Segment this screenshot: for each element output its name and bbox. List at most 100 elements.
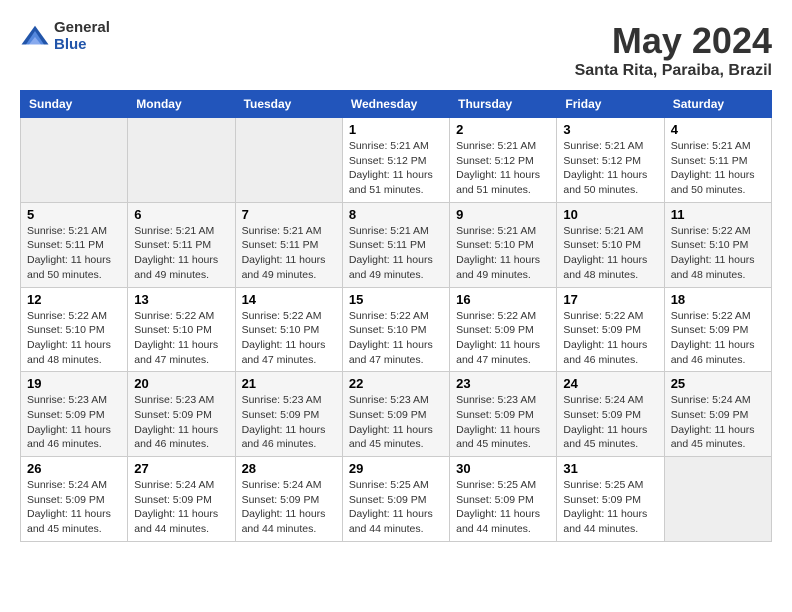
day-number: 7 — [242, 207, 336, 222]
calendar-cell: 17Sunrise: 5:22 AM Sunset: 5:09 PM Dayli… — [557, 287, 664, 372]
page-header: General Blue May 2024 Santa Rita, Paraib… — [20, 20, 772, 80]
calendar-cell: 12Sunrise: 5:22 AM Sunset: 5:10 PM Dayli… — [21, 287, 128, 372]
calendar-cell: 30 Sunrise: 5:25 AM Sunset: 5:09 PM Dayli… — [450, 457, 557, 542]
day-number: 19 — [27, 376, 121, 391]
calendar-cell: 8Sunrise: 5:21 AM Sunset: 5:11 PM Daylig… — [342, 202, 449, 287]
day-info: Sunrise: 5:21 AM Sunset: 5:11 PM Dayligh… — [671, 139, 765, 198]
day-number: 28 — [242, 461, 336, 476]
day-number: 30 — [456, 461, 550, 476]
day-info: Sunrise: 5:21 AM Sunset: 5:10 PM Dayligh… — [456, 224, 550, 283]
calendar-week-row: 19 Sunrise: 5:23 AM Sunset: 5:09 PM Dayli… — [21, 372, 772, 457]
day-info: Sunrise: 5:21 AM Sunset: 5:12 PM Dayligh… — [456, 139, 550, 198]
calendar-cell: 3 Sunrise: 5:21 AM Sunset: 5:12 PM Daylig… — [557, 118, 664, 203]
day-header-monday: Monday — [128, 91, 235, 118]
day-number: 27 — [134, 461, 228, 476]
day-number: 16 — [456, 292, 550, 307]
calendar-cell: 1Sunrise: 5:21 AM Sunset: 5:12 PM Daylig… — [342, 118, 449, 203]
day-header-wednesday: Wednesday — [342, 91, 449, 118]
location-title: Santa Rita, Paraiba, Brazil — [575, 62, 772, 80]
calendar-cell: 28 Sunrise: 5:24 AM Sunset: 5:09 PM Dayli… — [235, 457, 342, 542]
day-info: Sunrise: 5:21 AM Sunset: 5:12 PM Dayligh… — [349, 139, 443, 198]
day-info: Sunrise: 5:25 AM Sunset: 5:09 PM Dayligh… — [456, 478, 550, 537]
calendar-week-row: 12Sunrise: 5:22 AM Sunset: 5:10 PM Dayli… — [21, 287, 772, 372]
calendar-week-row: 26 Sunrise: 5:24 AM Sunset: 5:09 PM Dayli… — [21, 457, 772, 542]
calendar-cell: 13 Sunrise: 5:22 AM Sunset: 5:10 PM Dayli… — [128, 287, 235, 372]
month-title: May 2024 — [575, 20, 772, 62]
day-number: 22 — [349, 376, 443, 391]
calendar-cell: 6 Sunrise: 5:21 AM Sunset: 5:11 PM Daylig… — [128, 202, 235, 287]
day-info: Sunrise: 5:24 AM Sunset: 5:09 PM Dayligh… — [242, 478, 336, 537]
day-info: Sunrise: 5:22 AM Sunset: 5:10 PM Dayligh… — [242, 309, 336, 368]
calendar-cell: 24 Sunrise: 5:24 AM Sunset: 5:09 PM Dayli… — [557, 372, 664, 457]
day-info: Sunrise: 5:21 AM Sunset: 5:11 PM Dayligh… — [27, 224, 121, 283]
calendar-cell: 20 Sunrise: 5:23 AM Sunset: 5:09 PM Dayli… — [128, 372, 235, 457]
day-header-saturday: Saturday — [664, 91, 771, 118]
day-number: 18 — [671, 292, 765, 307]
day-header-thursday: Thursday — [450, 91, 557, 118]
day-number: 23 — [456, 376, 550, 391]
day-info: Sunrise: 5:22 AM Sunset: 5:10 PM Dayligh… — [134, 309, 228, 368]
calendar-cell: 23 Sunrise: 5:23 AM Sunset: 5:09 PM Dayli… — [450, 372, 557, 457]
day-info: Sunrise: 5:24 AM Sunset: 5:09 PM Dayligh… — [563, 393, 657, 452]
day-number: 13 — [134, 292, 228, 307]
title-area: May 2024 Santa Rita, Paraiba, Brazil — [575, 20, 772, 80]
logo-icon — [20, 22, 50, 52]
calendar-cell: 22Sunrise: 5:23 AM Sunset: 5:09 PM Dayli… — [342, 372, 449, 457]
day-info: Sunrise: 5:22 AM Sunset: 5:10 PM Dayligh… — [671, 224, 765, 283]
day-info: Sunrise: 5:22 AM Sunset: 5:10 PM Dayligh… — [349, 309, 443, 368]
calendar-week-row: 5 Sunrise: 5:21 AM Sunset: 5:11 PM Daylig… — [21, 202, 772, 287]
day-number: 31 — [563, 461, 657, 476]
day-number: 6 — [134, 207, 228, 222]
calendar-cell: 18 Sunrise: 5:22 AM Sunset: 5:09 PM Dayli… — [664, 287, 771, 372]
logo-general: General — [54, 20, 110, 37]
calendar-cell: 31 Sunrise: 5:25 AM Sunset: 5:09 PM Dayli… — [557, 457, 664, 542]
day-number: 11 — [671, 207, 765, 222]
calendar-cell: 2Sunrise: 5:21 AM Sunset: 5:12 PM Daylig… — [450, 118, 557, 203]
day-info: Sunrise: 5:23 AM Sunset: 5:09 PM Dayligh… — [134, 393, 228, 452]
calendar-header-row: SundayMondayTuesdayWednesdayThursdayFrid… — [21, 91, 772, 118]
day-info: Sunrise: 5:23 AM Sunset: 5:09 PM Dayligh… — [456, 393, 550, 452]
day-header-sunday: Sunday — [21, 91, 128, 118]
day-info: Sunrise: 5:22 AM Sunset: 5:09 PM Dayligh… — [671, 309, 765, 368]
day-info: Sunrise: 5:21 AM Sunset: 5:11 PM Dayligh… — [242, 224, 336, 283]
day-info: Sunrise: 5:24 AM Sunset: 5:09 PM Dayligh… — [671, 393, 765, 452]
day-number: 21 — [242, 376, 336, 391]
logo: General Blue — [20, 20, 110, 53]
calendar-cell: 26 Sunrise: 5:24 AM Sunset: 5:09 PM Dayli… — [21, 457, 128, 542]
day-info: Sunrise: 5:21 AM Sunset: 5:11 PM Dayligh… — [134, 224, 228, 283]
day-number: 20 — [134, 376, 228, 391]
day-number: 3 — [563, 122, 657, 137]
day-header-friday: Friday — [557, 91, 664, 118]
calendar-cell: 4Sunrise: 5:21 AM Sunset: 5:11 PM Daylig… — [664, 118, 771, 203]
day-number: 29 — [349, 461, 443, 476]
day-number: 24 — [563, 376, 657, 391]
calendar-cell: 5 Sunrise: 5:21 AM Sunset: 5:11 PM Daylig… — [21, 202, 128, 287]
day-info: Sunrise: 5:21 AM Sunset: 5:10 PM Dayligh… — [563, 224, 657, 283]
calendar-cell: 16 Sunrise: 5:22 AM Sunset: 5:09 PM Dayli… — [450, 287, 557, 372]
calendar-week-row: 1Sunrise: 5:21 AM Sunset: 5:12 PM Daylig… — [21, 118, 772, 203]
day-info: Sunrise: 5:24 AM Sunset: 5:09 PM Dayligh… — [134, 478, 228, 537]
day-info: Sunrise: 5:21 AM Sunset: 5:12 PM Dayligh… — [563, 139, 657, 198]
logo-text: General Blue — [54, 20, 110, 53]
day-number: 14 — [242, 292, 336, 307]
calendar-cell: 27 Sunrise: 5:24 AM Sunset: 5:09 PM Dayli… — [128, 457, 235, 542]
calendar-cell — [128, 118, 235, 203]
day-info: Sunrise: 5:22 AM Sunset: 5:09 PM Dayligh… — [456, 309, 550, 368]
calendar-table: SundayMondayTuesdayWednesdayThursdayFrid… — [20, 90, 772, 542]
day-number: 25 — [671, 376, 765, 391]
day-number: 17 — [563, 292, 657, 307]
day-number: 9 — [456, 207, 550, 222]
day-header-tuesday: Tuesday — [235, 91, 342, 118]
day-info: Sunrise: 5:25 AM Sunset: 5:09 PM Dayligh… — [563, 478, 657, 537]
calendar-cell: 9 Sunrise: 5:21 AM Sunset: 5:10 PM Daylig… — [450, 202, 557, 287]
day-info: Sunrise: 5:22 AM Sunset: 5:10 PM Dayligh… — [27, 309, 121, 368]
calendar-cell: 15Sunrise: 5:22 AM Sunset: 5:10 PM Dayli… — [342, 287, 449, 372]
calendar-cell: 29Sunrise: 5:25 AM Sunset: 5:09 PM Dayli… — [342, 457, 449, 542]
calendar-cell: 21 Sunrise: 5:23 AM Sunset: 5:09 PM Dayli… — [235, 372, 342, 457]
calendar-cell: 10Sunrise: 5:21 AM Sunset: 5:10 PM Dayli… — [557, 202, 664, 287]
day-number: 26 — [27, 461, 121, 476]
day-info: Sunrise: 5:23 AM Sunset: 5:09 PM Dayligh… — [242, 393, 336, 452]
day-info: Sunrise: 5:23 AM Sunset: 5:09 PM Dayligh… — [27, 393, 121, 452]
day-info: Sunrise: 5:24 AM Sunset: 5:09 PM Dayligh… — [27, 478, 121, 537]
day-number: 5 — [27, 207, 121, 222]
